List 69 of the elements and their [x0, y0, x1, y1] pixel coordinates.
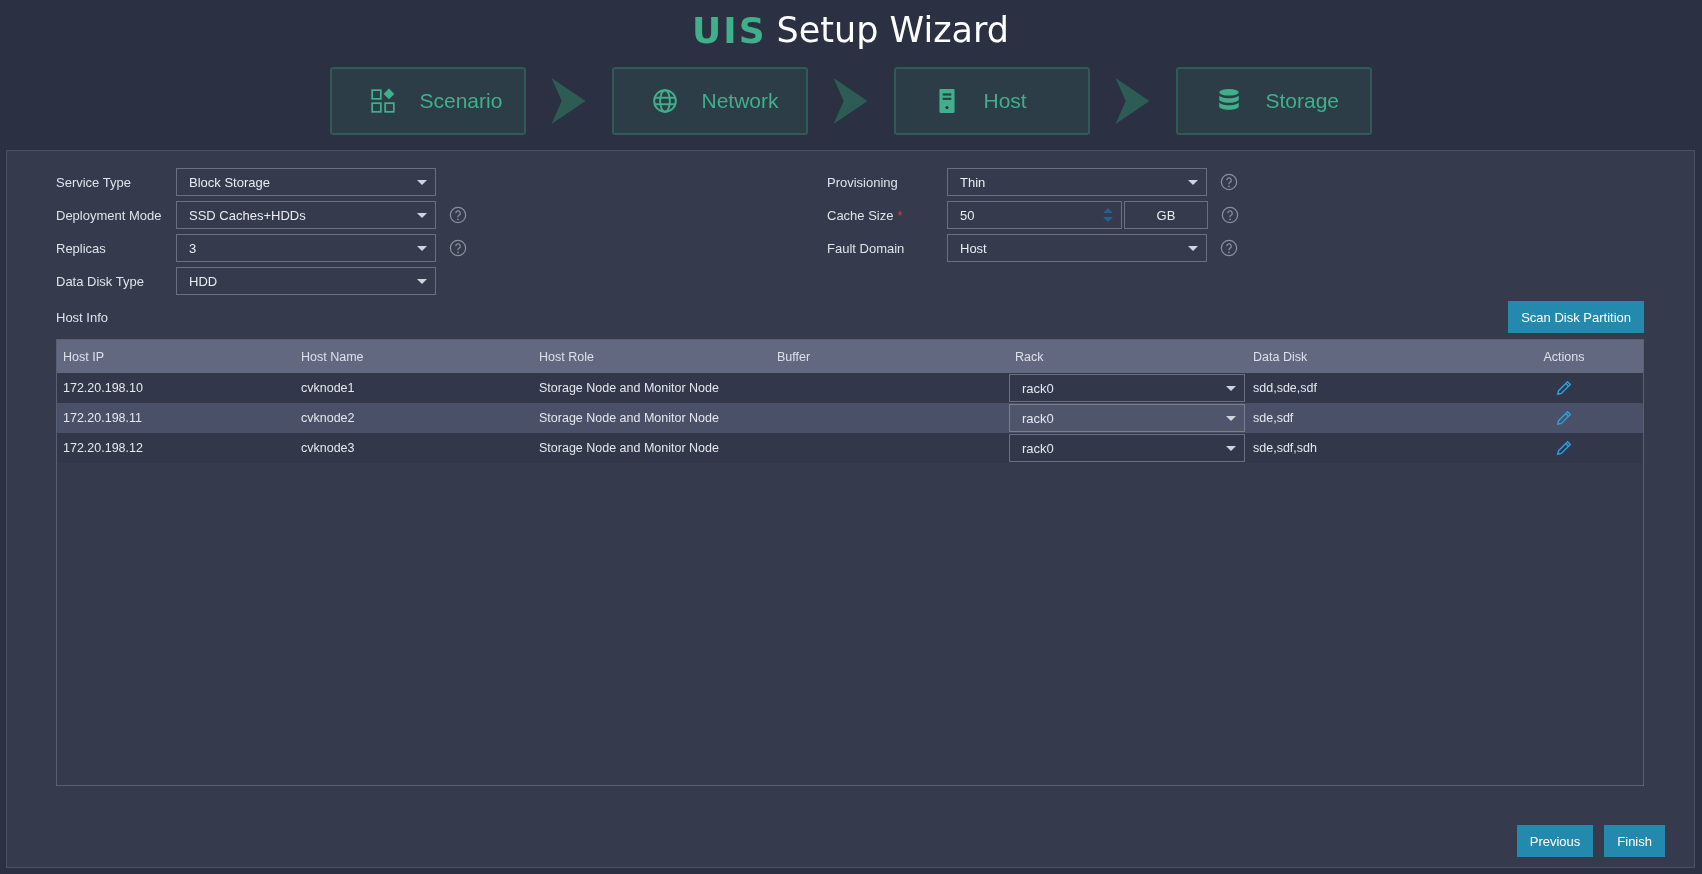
wizard-step[interactable]: Storage [1175, 67, 1372, 135]
help-icon[interactable] [1221, 206, 1239, 224]
table-cell-text: cvknode1 [300, 381, 356, 395]
wizard-step[interactable]: Network [611, 67, 808, 135]
dropdown[interactable]: SSD Caches+HDDs [176, 201, 436, 229]
caret-icon [1226, 415, 1236, 421]
pencil-icon[interactable] [1555, 439, 1573, 457]
column-header: Buffer [776, 349, 812, 364]
footer-button[interactable]: Finish [1604, 825, 1665, 857]
table-cell-text: Storage Node and Monitor Node [538, 411, 720, 425]
globe-icon [651, 88, 678, 114]
table-cell-text: 172.20.198.11 [62, 411, 143, 425]
unit-label: GB [1124, 201, 1208, 229]
section-label: Host Info [56, 309, 109, 325]
help-icon[interactable] [449, 206, 467, 224]
wizard-step[interactable]: Scenario [329, 67, 526, 135]
caret-icon [417, 212, 427, 218]
pencil-icon[interactable] [1555, 409, 1573, 427]
table-cell-text: cvknode2 [300, 411, 356, 425]
help-icon[interactable] [1220, 239, 1238, 257]
field-label: Service Type [56, 174, 131, 190]
help-icon[interactable] [449, 239, 467, 257]
caret-icon [417, 245, 427, 251]
column-header: Data Disk [1252, 349, 1309, 364]
rack-dropdown[interactable]: rack0 [1009, 374, 1245, 402]
dropdown[interactable]: HDD [176, 267, 436, 295]
caret-icon [1226, 385, 1236, 391]
table-cell-text: sde,sdf,sdh [1252, 441, 1318, 455]
caret-icon [1188, 245, 1198, 251]
field-label: Provisioning [827, 174, 898, 190]
table-cell-text: sdd,sde,sdf [1252, 381, 1318, 395]
table-cell-text: sde,sdf [1252, 411, 1295, 425]
field-label: Data Disk Type [56, 273, 144, 289]
column-header: Host IP [62, 349, 105, 364]
table-cell-text: 172.20.198.10 [62, 381, 144, 395]
page-title: Setup Wizard [776, 10, 1009, 50]
table-cell-text: 172.20.198.12 [62, 441, 144, 455]
caret-icon [1188, 179, 1198, 185]
spinner-icon [1103, 205, 1113, 225]
number-field[interactable]: 50 [947, 201, 1122, 229]
dropdown[interactable]: 3 [176, 234, 436, 262]
field-label: Cache Size [827, 207, 894, 223]
column-header: Actions [1542, 349, 1586, 364]
table-cell-text: Storage Node and Monitor Node [538, 441, 720, 455]
pencil-icon[interactable] [1555, 379, 1573, 397]
table-cell-text: cvknode3 [300, 441, 356, 455]
table-row[interactable]: 172.20.198.11 cvknode2 Storage Node and Monitor Node rack0 sde,sdf [57, 403, 1643, 433]
dropdown[interactable]: Block Storage [176, 168, 436, 196]
wizard-step[interactable]: Host [893, 67, 1090, 135]
table-cell-text: Storage Node and Monitor Node [538, 381, 720, 395]
caret-icon [417, 278, 427, 284]
caret-icon [1226, 445, 1236, 451]
logo: UIS [692, 9, 767, 51]
scan-button[interactable]: Scan Disk Partition [1508, 301, 1644, 333]
dropdown[interactable]: Host [947, 234, 1207, 262]
column-header: Rack [1014, 349, 1045, 364]
dropdown[interactable]: Thin [947, 168, 1207, 196]
footer-button[interactable]: Previous [1516, 825, 1594, 857]
field-label: Deployment Mode [56, 207, 162, 223]
column-header: Host Name [300, 349, 365, 364]
rack-dropdown[interactable]: rack0 [1009, 434, 1245, 462]
column-header: Host Role [538, 349, 595, 364]
required-mark: * [897, 207, 903, 223]
grid-icon [369, 88, 396, 114]
caret-icon [417, 179, 427, 185]
rack-dropdown[interactable]: rack0 [1009, 404, 1245, 432]
field-label: Fault Domain [827, 240, 905, 256]
help-icon[interactable] [1220, 173, 1238, 191]
field-label: Replicas [56, 240, 106, 256]
